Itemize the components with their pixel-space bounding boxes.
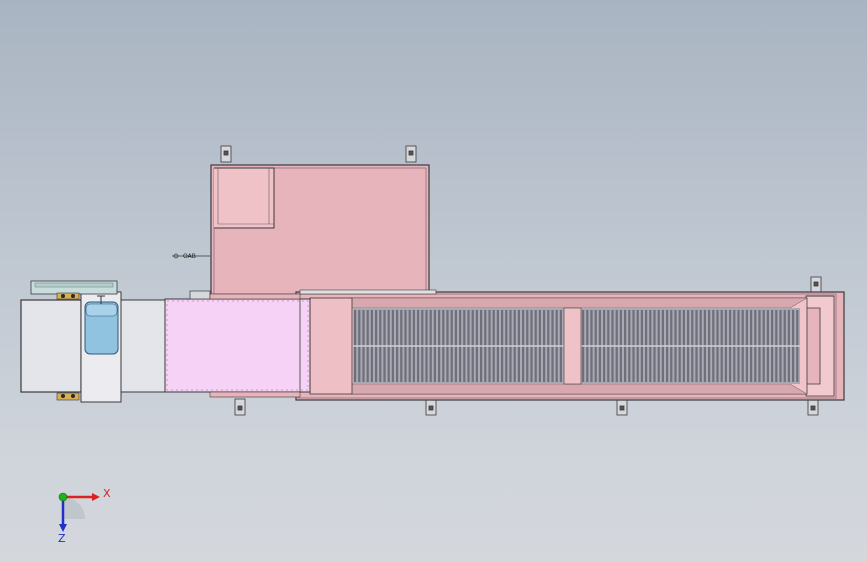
feed-panel-body [164, 298, 311, 393]
grate-divider [563, 307, 582, 385]
trough-inlet [309, 297, 353, 395]
grate-section-left [353, 308, 564, 384]
x-axis-label: X [103, 487, 111, 500]
cad-viewport[interactable]: OAB X Z [0, 0, 867, 562]
drive-unit[interactable] [20, 280, 166, 403]
drive-housing-right [120, 299, 166, 393]
annotation-text: OAB [183, 253, 196, 260]
upper-housing[interactable] [210, 164, 430, 298]
feed-panel[interactable] [164, 298, 311, 398]
z-axis-label: Z [58, 532, 66, 545]
drive-housing-left [20, 299, 82, 393]
mounting-feet-bottom [234, 398, 819, 416]
grate-section-right [581, 308, 800, 384]
fitting-bottom [56, 392, 80, 401]
annotation-callout: OAB [172, 253, 210, 260]
feed-panel-bottom-rail [209, 391, 301, 398]
coordinate-triad: X Z [58, 487, 111, 545]
fitting-top [56, 292, 80, 300]
upper-housing-notch [214, 167, 275, 229]
y-axis-origin [58, 492, 68, 502]
